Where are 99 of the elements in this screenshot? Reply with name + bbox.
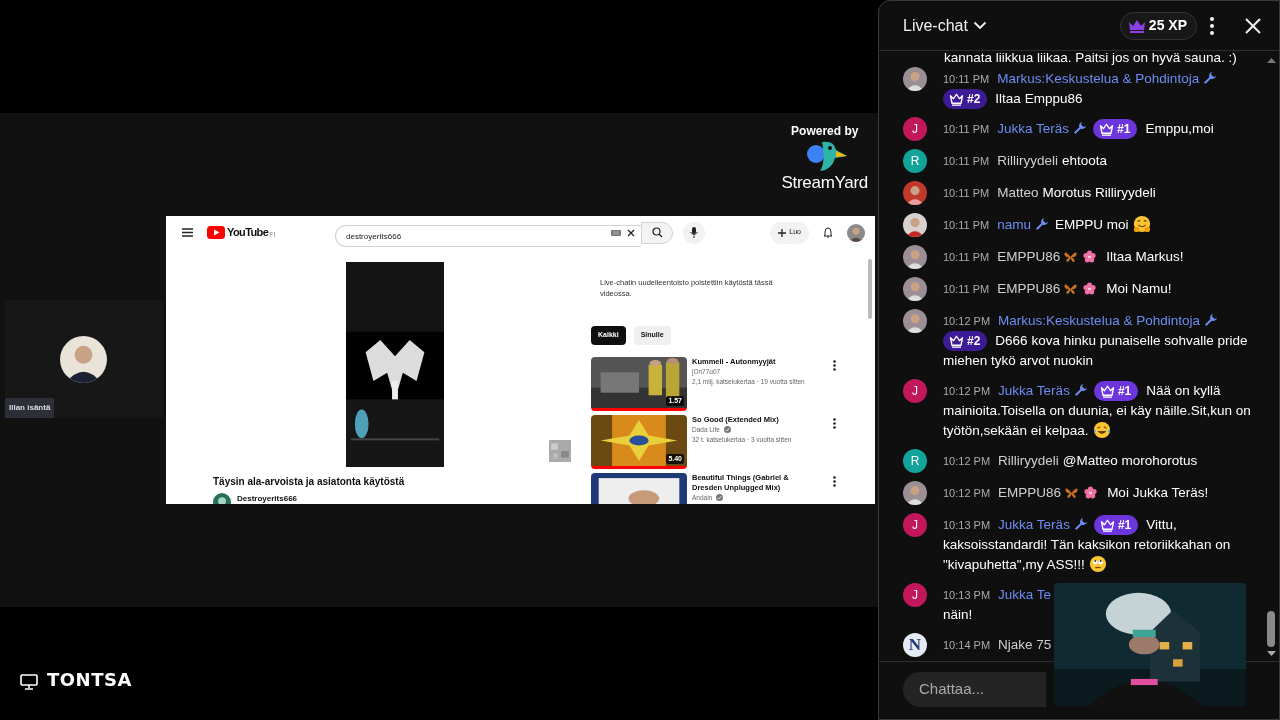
logo-text: YouTube	[227, 225, 269, 241]
message-text: @Matteo morohorotus	[1062, 453, 1198, 468]
message-text: Iltaa Markus!	[1106, 249, 1184, 264]
more-options-icon[interactable]	[833, 359, 836, 371]
host-label: Illan isäntä	[5, 398, 55, 418]
message-text: kaksoisstandardi! Tän kaksikon retoriikkahan on	[943, 537, 1231, 552]
scroll-down-icon[interactable]	[1267, 651, 1276, 656]
play-logo-icon[interactable]	[207, 226, 225, 239]
timestamp: 10:13 PM	[943, 519, 991, 531]
user-avatar: N	[903, 633, 927, 657]
author-name: Rilliryydeli	[997, 153, 1059, 168]
flower-icon	[1084, 486, 1098, 499]
timestamp: 10:11 PM	[943, 73, 990, 85]
author-name: EMPPU86	[998, 485, 1062, 500]
scrollbar[interactable]	[868, 259, 872, 319]
author-name: Njake 75	[998, 637, 1052, 652]
bell-icon[interactable]	[823, 227, 833, 238]
author-name: Matteo	[997, 185, 1039, 200]
more-options-icon[interactable]	[833, 417, 836, 429]
message-text: Iltaa Emppu86	[995, 91, 1083, 106]
user-avatar: J	[903, 117, 927, 141]
channel-name: Destroyerits666	[237, 493, 298, 504]
timestamp: 10:11 PM	[943, 155, 990, 167]
message-text: ehtoota	[1062, 153, 1108, 168]
timestamp: 10:11 PM	[943, 187, 990, 199]
timestamp: 10:11 PM	[943, 123, 990, 135]
chevron-down-icon[interactable]	[972, 21, 987, 30]
message-text: Emppu,moi	[1145, 121, 1214, 136]
microphone-button[interactable]	[683, 221, 705, 244]
flower-icon	[1083, 250, 1097, 263]
video-title: Täysin ala-arvoista ja asiatonta käytöstä	[213, 475, 406, 489]
timestamp: 10:14 PM	[943, 639, 991, 651]
message-text: kannata liikkua liikaa. Paitsi jos on hyvä sauna. :)	[944, 51, 1238, 65]
author-name: Jukka Teräs	[998, 383, 1070, 398]
message-text: Nää on kyllä	[1146, 383, 1221, 398]
message-text: Morotus Rilliryydeli	[1042, 185, 1156, 200]
timestamp: 10:13 PM	[943, 589, 991, 601]
monitor-icon	[20, 674, 38, 690]
rank-label: #2	[967, 91, 981, 108]
timestamp: 10:12 PM	[943, 315, 991, 327]
keyboard-icon[interactable]	[611, 229, 621, 236]
author-name: Jukka Te	[998, 587, 1052, 602]
message-text: Moi Namu!	[1106, 281, 1172, 296]
search-field[interactable]: destroyerIts666	[335, 225, 641, 247]
timestamp: 10:11 PM	[943, 219, 990, 231]
author-name: Jukka Teräs	[997, 121, 1070, 136]
user-avatar: R	[903, 149, 927, 173]
user-avatar: J	[903, 379, 927, 403]
author-name: EMPPU86	[997, 249, 1061, 264]
timestamp: 10:12 PM	[943, 455, 991, 467]
user-avatar: R	[903, 449, 927, 473]
chat-title: Live-chat	[903, 15, 968, 36]
rank-label: #1	[1117, 121, 1131, 138]
menu-icon[interactable]	[182, 228, 193, 237]
chat-input-field[interactable]: Chattaa...	[903, 672, 1046, 707]
powered-by-text: Powered by	[791, 124, 859, 138]
author-name: Rilliryydeli	[998, 453, 1059, 468]
rank-label: #1	[1117, 383, 1132, 400]
message-text: D666 kova hinku punaiselle sohvalle pride	[995, 333, 1248, 348]
timestamp: 10:11 PM	[943, 251, 990, 263]
message-text: mainioita.Toisella on duunia, ei käy näille.Sit,kun on	[943, 403, 1251, 418]
crown-icon	[1127, 18, 1146, 33]
author-name: EMPPU86	[997, 281, 1061, 296]
crown-icon	[1099, 383, 1115, 399]
search-button[interactable]	[641, 221, 673, 244]
xp-button[interactable]: 25 XP	[1119, 11, 1197, 40]
message-text: työtön,sekään ei kelpaa.	[943, 423, 1089, 438]
microphone-icon	[690, 227, 698, 238]
crown-icon	[1099, 121, 1115, 137]
user-avatar: J	[903, 513, 927, 537]
author-name: Jukka Teräs	[998, 517, 1070, 532]
timestamp: 10:12 PM	[943, 487, 991, 499]
plus-icon	[778, 228, 787, 237]
flower-icon	[1083, 282, 1097, 295]
rank-label: #1	[1117, 517, 1132, 534]
more-options-icon[interactable]	[833, 475, 836, 487]
message-text: miehen tykö arvot nuokin	[943, 353, 1094, 368]
message-text: EMPPU moi	[1055, 217, 1129, 232]
message-text: Moi Jukka Teräs!	[1107, 485, 1209, 500]
search-icon	[651, 227, 663, 238]
rank-label: #2	[967, 333, 981, 350]
user-avatar: J	[903, 583, 927, 607]
streamer-name: TONTSA	[47, 670, 132, 690]
timestamp: 10:11 PM	[943, 283, 990, 295]
crown-icon	[949, 91, 964, 107]
message-text: näin!	[943, 607, 973, 622]
timestamp: 10:12 PM	[943, 385, 991, 397]
close-icon[interactable]	[627, 228, 635, 237]
message-text: Vittu,	[1146, 517, 1177, 532]
author-name: Markus:Keskustelua & Pohdintoja	[998, 313, 1200, 328]
author-name: Markus:Keskustelua & Pohdintoja	[997, 71, 1200, 86]
scrollbar-thumb[interactable]	[1267, 611, 1275, 647]
crown-icon	[1099, 517, 1115, 533]
scroll-up-icon[interactable]	[1267, 58, 1276, 63]
more-options-icon[interactable]	[1210, 16, 1214, 35]
author-name: namu	[997, 217, 1032, 232]
brand-name: StreamYard	[781, 174, 868, 192]
crown-icon	[949, 333, 964, 349]
message-text: "kivapuhetta",my ASS!!!	[943, 557, 1085, 572]
